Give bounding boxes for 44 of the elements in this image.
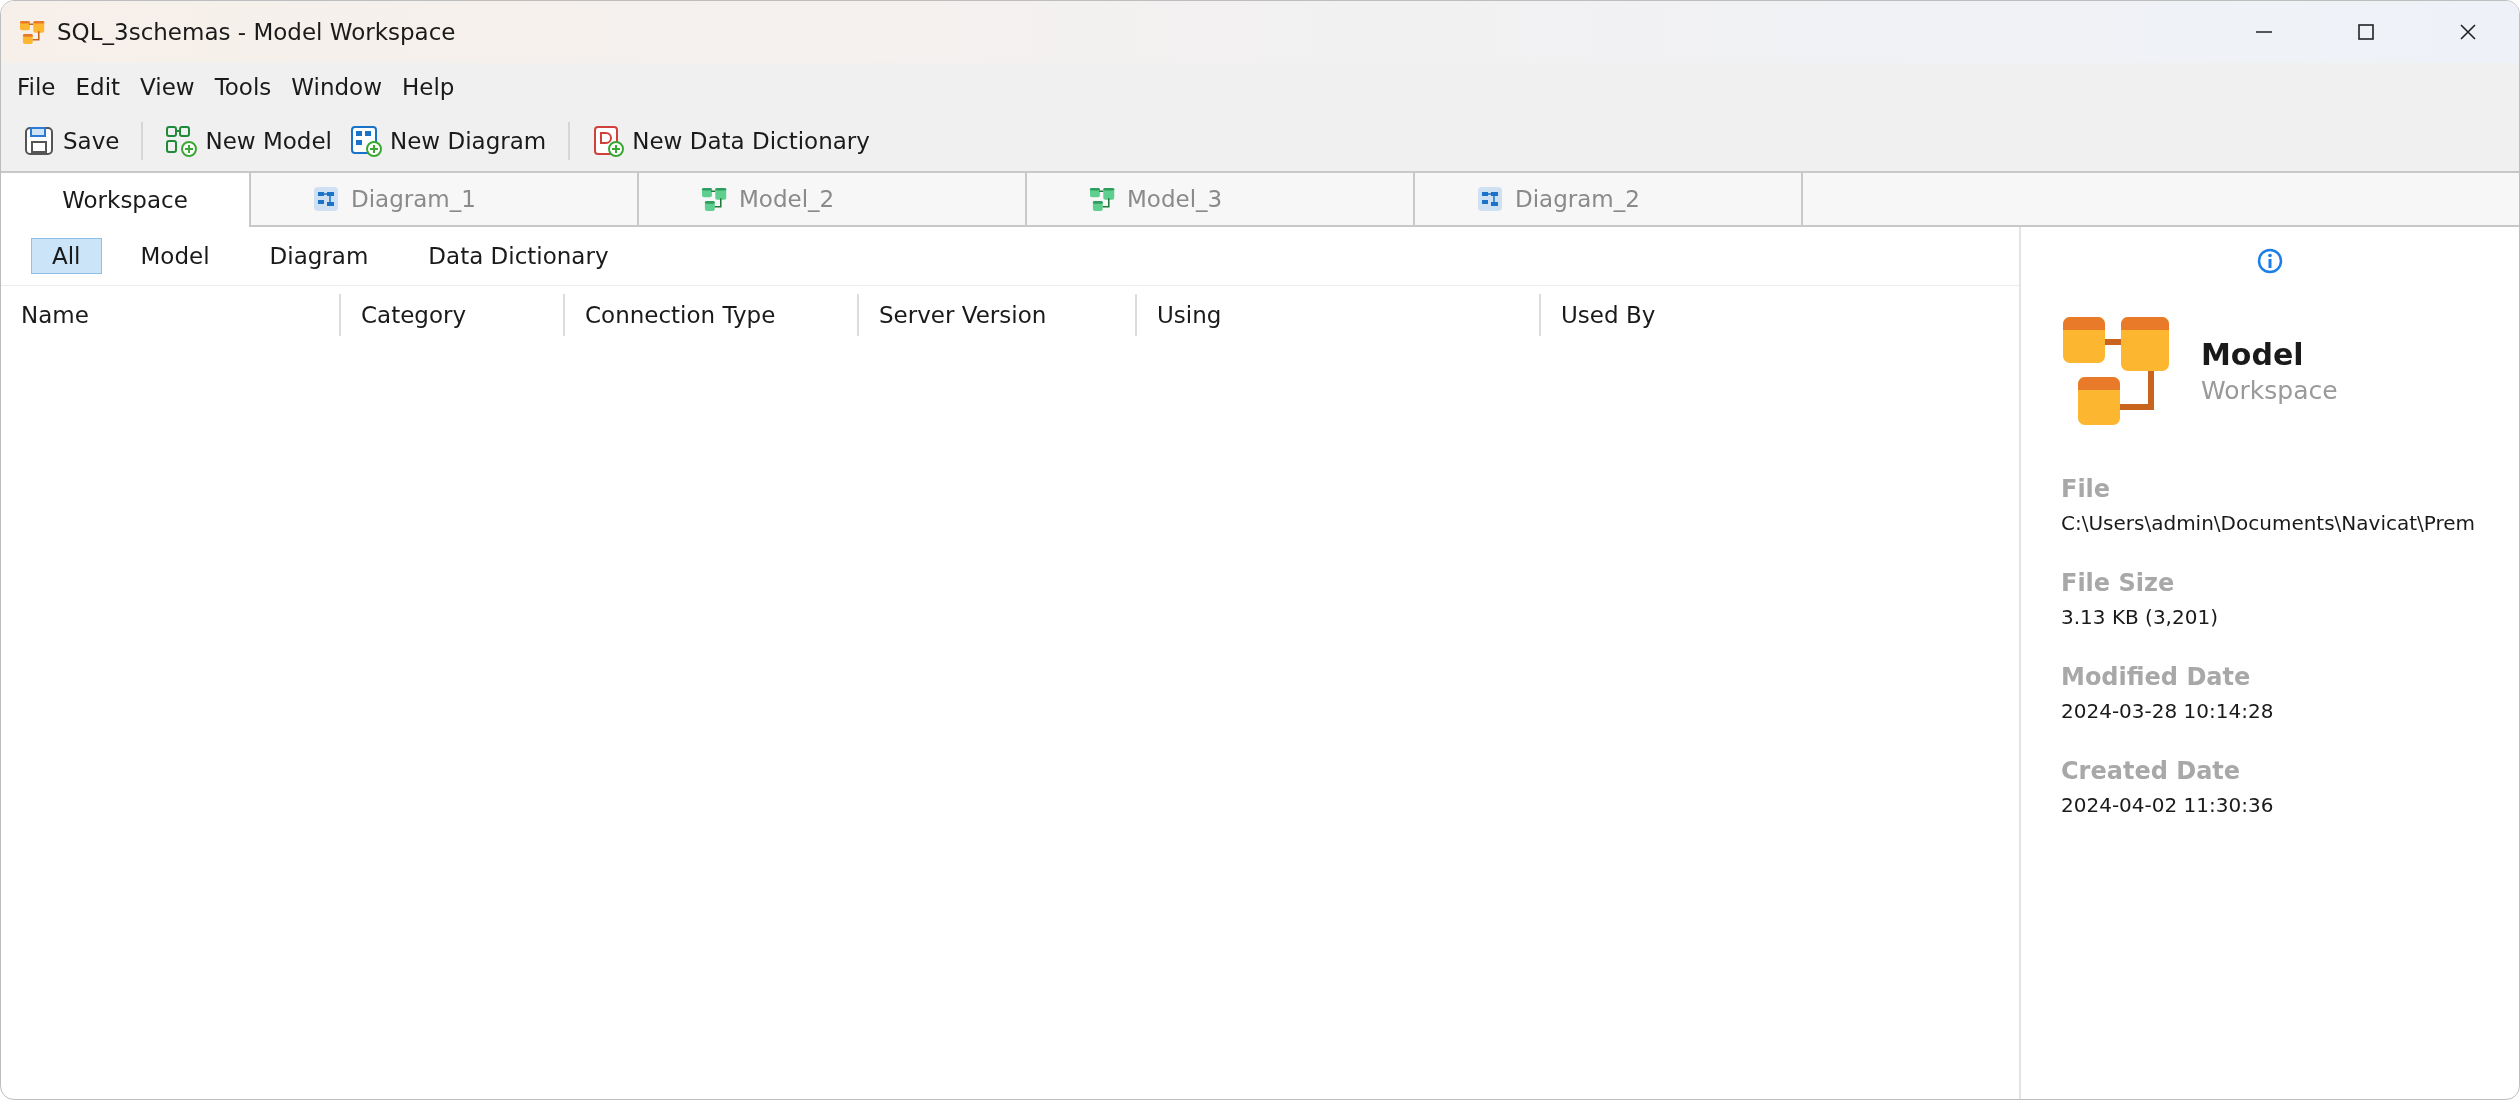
info-subtitle: Workspace xyxy=(2201,376,2338,405)
menu-item[interactable]: Window xyxy=(291,74,382,100)
info-title: Model xyxy=(2201,337,2305,372)
field-value: C:\Users\admin\Documents\Navicat\Prem xyxy=(2061,511,2477,535)
column-header[interactable]: Name xyxy=(1,294,339,336)
filter-button[interactable]: Model xyxy=(119,238,231,274)
diagram-icon xyxy=(313,186,339,212)
menu-item[interactable]: Help xyxy=(402,74,455,100)
app-icon xyxy=(19,19,45,45)
column-header[interactable]: Category xyxy=(339,294,563,336)
diagram-icon xyxy=(1477,186,1503,212)
toolbar-button[interactable]: New Model xyxy=(159,121,338,161)
filter-button[interactable]: Diagram xyxy=(248,238,390,274)
menu-item[interactable]: File xyxy=(17,74,56,100)
toolbar-button[interactable]: Save xyxy=(17,121,126,161)
menu-item[interactable]: Edit xyxy=(75,74,121,100)
diagram-add-icon xyxy=(350,125,382,157)
info-icon xyxy=(2256,247,2284,275)
field-value: 3.13 KB (3,201) xyxy=(2061,605,2219,629)
column-header[interactable]: Using xyxy=(1135,294,1539,336)
field-label: Modified Date xyxy=(2061,663,2252,691)
menu-item[interactable]: Tools xyxy=(214,74,272,100)
field-value: 2024-04-02 11:30:36 xyxy=(2061,793,2275,817)
field-label: Created Date xyxy=(2061,757,2242,785)
model-icon xyxy=(1089,186,1115,212)
column-header[interactable]: Server Version xyxy=(857,294,1135,336)
field-label: File Size xyxy=(2061,569,2176,597)
field-label: File xyxy=(2061,475,2112,503)
book-add-icon xyxy=(592,125,625,157)
model-icon xyxy=(2061,315,2171,427)
model-icon xyxy=(701,186,727,212)
toolbar-button[interactable]: New Diagram xyxy=(344,121,553,161)
filter-button[interactable]: All xyxy=(31,238,102,274)
filter-button[interactable]: Data Dictionary xyxy=(407,238,630,274)
menu-item[interactable]: View xyxy=(140,74,195,100)
model-add-icon xyxy=(165,125,198,157)
column-header[interactable]: Connection Type xyxy=(563,294,857,336)
maximize-icon[interactable] xyxy=(2355,21,2377,43)
column-header[interactable]: Used By xyxy=(1539,294,2019,336)
toolbar-button[interactable]: New Data Dictionary xyxy=(586,121,876,161)
save-icon xyxy=(23,125,55,157)
field-value: 2024-03-28 10:14:28 xyxy=(2061,699,2275,723)
window-title: SQL_3schemas - Model Workspace xyxy=(57,19,457,45)
tab[interactable]: Workspace xyxy=(1,173,251,227)
